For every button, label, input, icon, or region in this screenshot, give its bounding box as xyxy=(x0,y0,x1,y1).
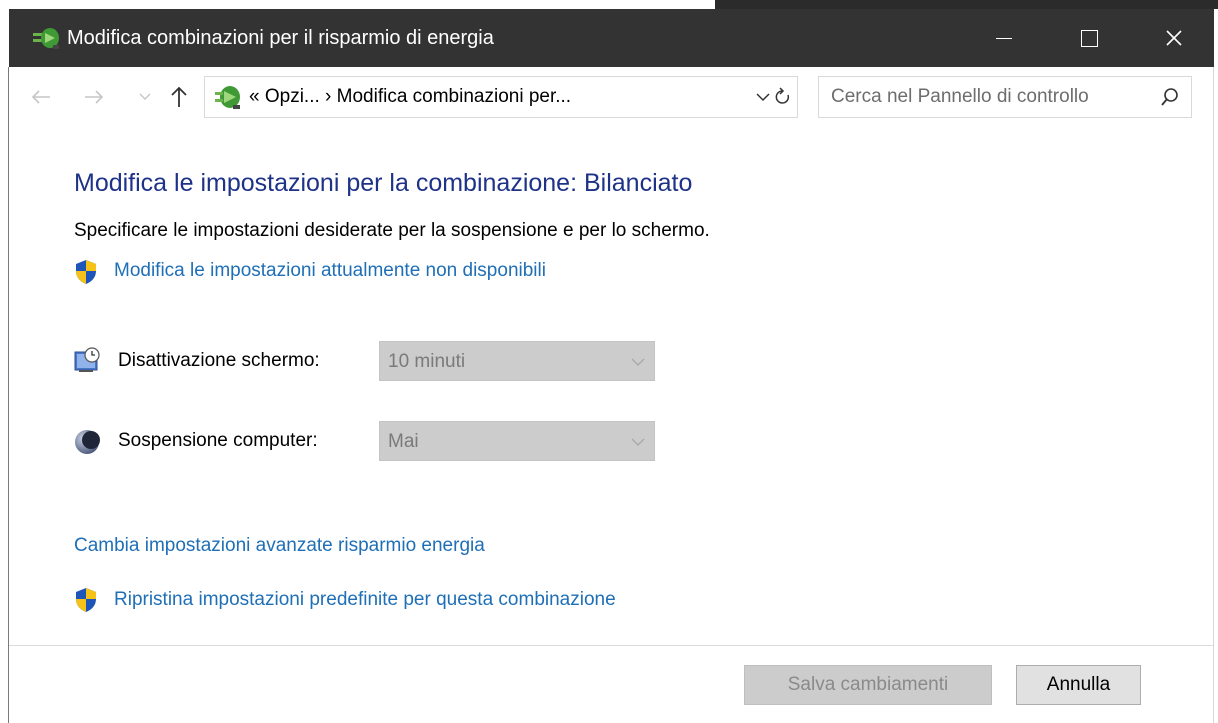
minimize-button[interactable] xyxy=(969,9,1039,67)
window-border-left xyxy=(8,67,9,723)
forward-button[interactable] xyxy=(81,80,107,114)
footer-separator xyxy=(9,645,1213,646)
desktop-strip xyxy=(0,0,1218,9)
close-icon xyxy=(1166,30,1182,46)
refresh-button[interactable] xyxy=(771,85,795,109)
desktop-strip-dark xyxy=(715,0,1218,9)
control-panel-icon xyxy=(213,83,243,111)
refresh-icon xyxy=(775,87,790,104)
save-button[interactable]: Salva cambiamenti xyxy=(744,665,992,705)
advanced-settings-link[interactable]: Cambia impostazioni avanzate risparmio e… xyxy=(74,535,485,557)
address-bar[interactable]: « Opzi... › Modifica combinazioni per... xyxy=(204,76,798,118)
sleep-select[interactable]: Mai xyxy=(379,421,655,461)
uac-shield-icon xyxy=(74,587,98,613)
window-title: Modifica combinazioni per il risparmio d… xyxy=(67,27,494,49)
uac-shield-icon xyxy=(74,259,98,285)
recent-locations-button[interactable] xyxy=(135,80,155,114)
power-options-icon xyxy=(31,25,61,51)
display-off-select[interactable]: 10 minuti xyxy=(379,341,655,381)
maximize-button[interactable] xyxy=(1054,9,1124,67)
cancel-button[interactable]: Annulla xyxy=(1016,665,1141,705)
search-icon[interactable] xyxy=(1159,86,1181,108)
minimize-icon xyxy=(996,37,1012,39)
up-button[interactable] xyxy=(166,80,192,114)
title-bar[interactable]: Modifica combinazioni per il risparmio d… xyxy=(9,9,1214,67)
display-off-value: 10 minuti xyxy=(388,351,466,372)
display-off-label: Disattivazione schermo: xyxy=(118,350,320,371)
page-title: Modifica le impostazioni per la combinaz… xyxy=(74,169,693,197)
chevron-down-icon xyxy=(756,92,770,101)
sleep-moon-icon xyxy=(74,428,102,456)
restore-defaults-link[interactable]: Ripristina impostazioni predefinite per … xyxy=(114,589,616,611)
back-button[interactable] xyxy=(28,80,54,114)
chevron-down-icon xyxy=(630,354,646,370)
display-timer-icon xyxy=(73,346,101,374)
arrow-up-icon xyxy=(171,86,187,107)
maximize-icon xyxy=(1080,29,1098,47)
chevron-down-icon xyxy=(630,434,646,450)
breadcrumb[interactable]: « Opzi... › Modifica combinazioni per... xyxy=(249,86,571,108)
chevron-down-icon xyxy=(139,93,151,100)
close-button[interactable] xyxy=(1139,9,1209,67)
search-placeholder: Cerca nel Pannello di controllo xyxy=(831,86,1089,107)
window-border-right xyxy=(1213,67,1214,723)
address-dropdown-button[interactable] xyxy=(753,85,773,109)
sleep-label: Sospensione computer: xyxy=(118,430,318,451)
sleep-value: Mai xyxy=(388,431,419,452)
arrow-left-icon xyxy=(31,90,50,104)
page-subtitle: Specificare le impostazioni desiderate p… xyxy=(74,220,710,241)
change-unavailable-settings-link[interactable]: Modifica le impostazioni attualmente non… xyxy=(114,260,546,282)
search-input[interactable]: Cerca nel Pannello di controllo xyxy=(818,76,1192,118)
arrow-right-icon xyxy=(85,90,104,104)
